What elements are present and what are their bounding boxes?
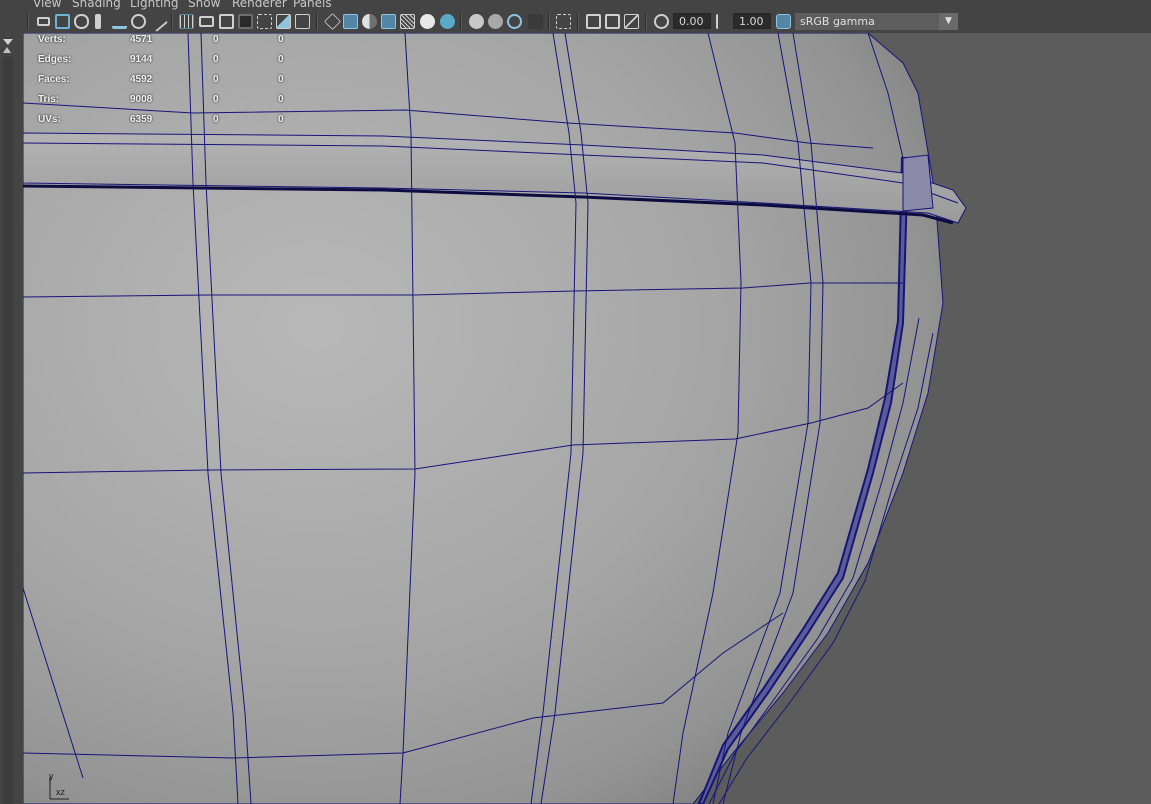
color-management-icon[interactable] <box>776 14 791 29</box>
menu-panels[interactable]: Panels <box>293 0 332 10</box>
wireframe-on-shaded-icon[interactable] <box>362 14 377 29</box>
scroll-up-icon[interactable] <box>3 47 11 53</box>
safe-action-icon[interactable] <box>257 14 272 29</box>
left-sidebar-strip <box>0 33 23 804</box>
toolbar-separator <box>460 13 462 30</box>
camera-attributes-icon[interactable] <box>55 14 70 29</box>
select-camera-icon[interactable] <box>37 17 50 26</box>
film-gate-icon[interactable] <box>179 14 194 29</box>
motion-blur-icon[interactable] <box>469 14 484 29</box>
gate-mask-icon[interactable] <box>219 14 234 29</box>
xray-joints-icon[interactable] <box>556 14 571 29</box>
axis-gizmo: y xz <box>45 771 75 803</box>
safe-title-icon[interactable] <box>276 14 291 29</box>
vertical-scrollbar[interactable] <box>3 57 13 804</box>
poly-count-hud: Verts: 4571 0 0 Edges: 9144 0 0 Faces: 4… <box>38 34 284 125</box>
isolate-select-icon[interactable] <box>528 14 543 29</box>
lights-icon[interactable] <box>400 14 415 29</box>
color-space-dropdown[interactable]: sRGB gamma ▼ <box>795 13 958 30</box>
toolbar-separator <box>27 13 29 30</box>
shadows-icon[interactable] <box>420 14 435 29</box>
3d-viewport[interactable]: Verts: 4571 0 0 Edges: 9144 0 0 Faces: 4… <box>23 33 1151 804</box>
menu-show[interactable]: Show <box>188 0 220 10</box>
anti-aliasing-icon[interactable] <box>488 14 503 29</box>
image-plane-icon[interactable] <box>95 14 101 29</box>
collapse-arrow-icon[interactable] <box>3 39 13 45</box>
exposure-icon[interactable] <box>654 14 669 29</box>
toolbar-separator <box>316 13 318 30</box>
toolbar-separator <box>577 13 579 30</box>
xray-icon[interactable] <box>381 14 396 29</box>
gamma-icon[interactable] <box>624 14 639 29</box>
toolbar-separator <box>171 13 173 30</box>
xray-active-icon[interactable] <box>586 14 601 29</box>
grid-icon[interactable] <box>146 10 169 33</box>
viewport-render <box>23 33 967 804</box>
bookmark-icon[interactable] <box>74 14 89 29</box>
smooth-shade-icon[interactable] <box>324 13 341 30</box>
ambient-occlusion-icon[interactable] <box>440 14 455 29</box>
exposure-field[interactable]: 0.00 <box>673 13 711 29</box>
resolution-gate-icon[interactable] <box>199 16 214 27</box>
2d-pan-zoom-icon[interactable] <box>131 14 146 29</box>
wireframe-icon[interactable] <box>295 14 310 29</box>
menu-lighting[interactable]: Lighting <box>130 0 179 10</box>
field-chart-icon[interactable] <box>238 14 253 29</box>
backface-culling-icon[interactable] <box>605 14 620 29</box>
menu-view[interactable]: View <box>33 0 61 10</box>
use-default-material-icon[interactable] <box>343 14 358 29</box>
color-space-label: sRGB gamma <box>800 15 875 28</box>
axis-label-xz: xz <box>56 787 65 797</box>
gamma-icon[interactable] <box>716 14 724 29</box>
grease-pencil-icon[interactable] <box>112 14 127 29</box>
panel-menu-bar: View Shading Lighting Show Renderer Pane… <box>0 0 1151 10</box>
gamma-field[interactable]: 1.00 <box>733 13 771 29</box>
rim-endcap <box>902 154 934 212</box>
toolbar-separator <box>548 13 550 30</box>
chevron-down-icon[interactable]: ▼ <box>939 13 958 30</box>
menu-shading[interactable]: Shading <box>72 0 121 10</box>
depth-of-field-icon[interactable] <box>507 14 522 29</box>
axis-label-y: y <box>49 771 54 781</box>
toolbar-separator <box>645 13 647 30</box>
panel-toolbar: 0.00 1.00 sRGB gamma ▼ <box>0 10 1151 33</box>
menu-renderer[interactable]: Renderer <box>232 0 287 10</box>
